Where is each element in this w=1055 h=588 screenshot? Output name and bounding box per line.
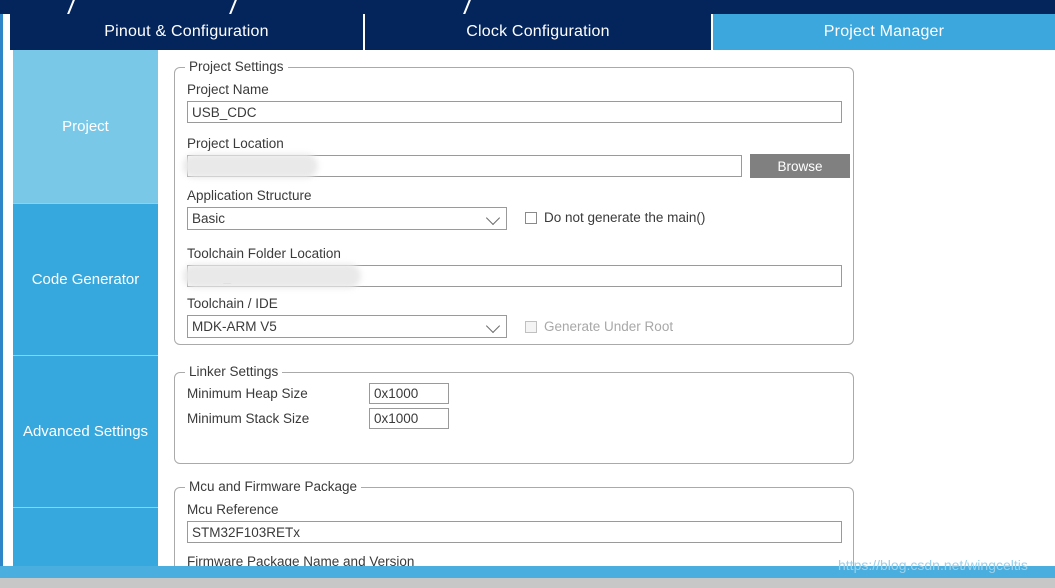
decorative-slash-icon: [227, 0, 239, 14]
do-not-generate-main-label: Do not generate the main(): [544, 210, 706, 225]
decorative-slash-icon: [65, 0, 77, 14]
linker-settings-group: Linker Settings Minimum Heap Size 0x1000…: [174, 364, 854, 464]
application-structure-value: Basic: [192, 211, 226, 226]
sidebar-item-project-label: Project: [62, 118, 109, 135]
sidebar-item-code-generator[interactable]: Code Generator: [13, 203, 158, 355]
firmware-package-label: Firmware Package Name and Version: [187, 554, 415, 566]
sidebar-item-blank[interactable]: [13, 507, 158, 572]
redacted-toolchain-path-overlay: [183, 264, 361, 288]
project-settings-group-title: Project Settings: [185, 59, 288, 74]
application-structure-select[interactable]: Basic: [187, 207, 507, 230]
sidebar: Project Code Generator Advanced Settings: [13, 50, 158, 572]
application-structure-label: Application Structure: [187, 188, 312, 203]
toolchain-ide-label: Toolchain / IDE: [187, 296, 278, 311]
tab-project-manager[interactable]: Project Manager: [713, 14, 1055, 50]
project-location-label: Project Location: [187, 136, 284, 151]
mcu-firmware-package-group: Mcu and Firmware Package Mcu Reference S…: [174, 479, 854, 566]
sidebar-item-advanced-settings[interactable]: Advanced Settings: [13, 355, 158, 507]
sidebar-item-advanced-settings-label: Advanced Settings: [22, 423, 149, 440]
project-manager-content-pane: Project Settings Project Name USB_CDC Pr…: [158, 50, 1048, 566]
do-not-generate-main-checkbox[interactable]: Do not generate the main(): [525, 210, 705, 225]
toolchain-ide-select[interactable]: MDK-ARM V5: [187, 315, 507, 338]
toolchain-folder-label: Toolchain Folder Location: [187, 246, 341, 261]
bottom-gray-strip: [0, 578, 1055, 588]
browse-button-label: Browse: [777, 158, 823, 174]
linker-settings-group-title: Linker Settings: [185, 364, 283, 379]
checkbox-icon: [525, 320, 537, 333]
chevron-down-icon: [485, 318, 501, 333]
main-tab-bar: Pinout & Configuration Clock Configurati…: [10, 14, 1055, 50]
mcu-reference-label: Mcu Reference: [187, 502, 279, 517]
watermark-text: https://blog.csdn.net/wingceltis: [838, 557, 1028, 573]
top-decorative-strip: [0, 0, 1055, 14]
sidebar-item-code-generator-label: Code Generator: [31, 271, 140, 288]
tab-clock-configuration-label: Clock Configuration: [466, 23, 610, 40]
mcu-firmware-package-group-title: Mcu and Firmware Package: [185, 479, 362, 494]
project-name-input[interactable]: USB_CDC: [187, 101, 842, 123]
checkbox-icon: [525, 211, 537, 224]
tab-pinout-configuration[interactable]: Pinout & Configuration: [10, 14, 365, 50]
redacted-path-overlay: [183, 154, 318, 178]
project-settings-group: Project Settings Project Name USB_CDC Pr…: [174, 59, 854, 345]
mcu-reference-input[interactable]: STM32F103RETx: [187, 521, 842, 543]
decorative-slash-icon: [461, 0, 473, 14]
sidebar-item-project[interactable]: Project: [13, 50, 158, 203]
tab-project-manager-label: Project Manager: [823, 23, 945, 40]
browse-button[interactable]: Browse: [750, 154, 850, 178]
tab-pinout-configuration-label: Pinout & Configuration: [104, 23, 269, 40]
left-frame-rail: [0, 14, 3, 574]
minimum-stack-size-input[interactable]: 0x1000: [369, 408, 449, 429]
minimum-stack-size-label: Minimum Stack Size: [187, 411, 310, 426]
minimum-heap-size-label: Minimum Heap Size: [187, 386, 308, 401]
project-name-label: Project Name: [187, 82, 269, 97]
tab-clock-configuration[interactable]: Clock Configuration: [365, 14, 713, 50]
toolchain-ide-value: MDK-ARM V5: [192, 319, 277, 334]
chevron-down-icon: [485, 210, 501, 225]
generate-under-root-checkbox: Generate Under Root: [525, 319, 673, 334]
generate-under-root-label: Generate Under Root: [544, 319, 674, 334]
minimum-heap-size-input[interactable]: 0x1000: [369, 383, 449, 404]
